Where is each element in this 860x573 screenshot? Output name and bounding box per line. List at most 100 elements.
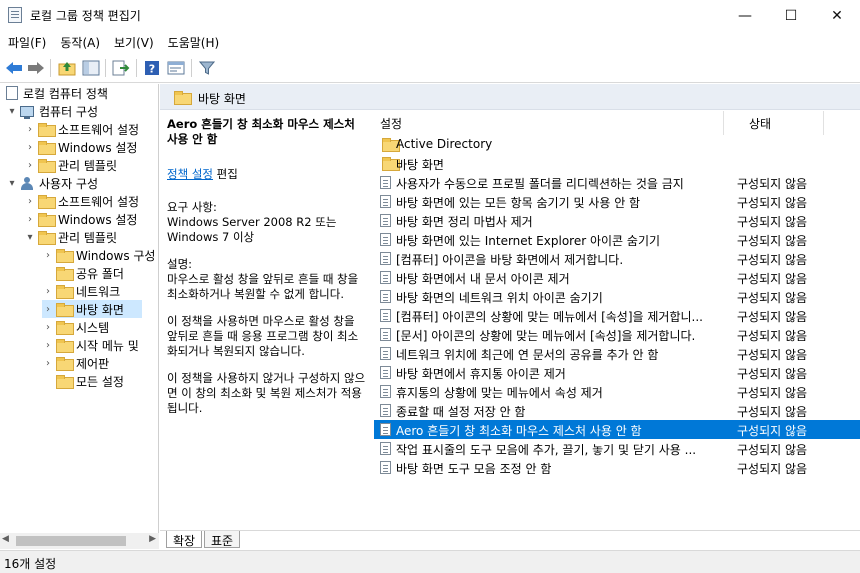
policy-editor-app-icon [8,7,22,23]
setting-name: 네트워크 위치에 최근에 연 문서의 공유를 추가 안 함 [396,348,659,362]
column-header-setting[interactable]: 설정 [380,115,402,132]
setting-state: 구성되지 않음 [737,386,808,400]
tab-extended[interactable]: 확장 [166,531,203,548]
list-item-setting[interactable]: 바탕 화면에서 휴지통 아이콘 제거 구성되지 않음 [374,363,860,382]
chevron-right-icon[interactable]: › [24,142,36,153]
list-item-setting[interactable]: 작업 표시줄의 도구 모음에 추가, 끌기, 놓기 및 닫기 사용 ... 구성되… [374,439,860,458]
list-item-setting[interactable]: [문서] 아이콘의 상황에 맞는 메뉴에서 [속성]을 제거합니다. 구성되지 않… [374,325,860,344]
filter-icon[interactable] [197,58,217,78]
settings-list[interactable]: 설정 상태 Active Directory 바탕 화면 사용자가 수동으로 프로필… [374,111,860,531]
column-header-state[interactable]: 상태 [749,115,771,132]
list-item-setting[interactable]: 바탕 화면에 있는 모든 항목 숨기기 및 사용 안 함 구성되지 않음 [374,192,860,211]
list-item-setting[interactable]: [컴퓨터] 아이콘의 상황에 맞는 메뉴에서 [속성]을 제거합니... 구성되지… [374,306,860,325]
tree-item-all-settings[interactable]: 모든 설정 [42,372,124,390]
chevron-right-icon[interactable]: › [42,322,54,333]
chevron-right-icon[interactable]: › [24,124,36,135]
show-hide-tree-icon[interactable] [81,58,101,78]
forward-arrow-icon[interactable] [26,58,46,78]
back-arrow-icon[interactable] [4,58,24,78]
tree-item-label: 제어판 [76,356,110,371]
tree-item-label: 로컬 컴퓨터 정책 [23,86,108,101]
scroll-right-icon[interactable]: ▶ [149,534,156,544]
list-item-folder[interactable]: 바탕 화면 [374,154,860,173]
tree-item-label: 공유 폴더 [76,266,124,281]
column-divider[interactable] [723,111,724,135]
tree-item-user-configuration[interactable]: ▾ 사용자 구성 [6,174,98,192]
policy-setting-icon [380,347,391,360]
policy-setting-icon [380,461,391,474]
close-button[interactable]: ✕ [814,0,860,31]
menu-file[interactable]: 파일(F) [0,31,52,53]
folder-icon [56,303,74,317]
tree-item-computer-software-settings[interactable]: › 소프트웨어 설정 [24,120,139,138]
list-column-header: 설정 상태 [374,111,860,135]
tree-item-network[interactable]: › 네트워크 [42,282,120,300]
chevron-right-icon[interactable]: › [42,340,54,351]
chevron-right-icon[interactable]: › [42,304,54,315]
setting-name: 사용자가 수동으로 프로필 폴더를 리디렉션하는 것을 금지 [396,177,684,191]
list-item-setting[interactable]: 바탕 화면 도구 모음 조정 안 함 구성되지 않음 [374,458,860,477]
properties-icon[interactable] [166,58,186,78]
chevron-right-icon[interactable]: › [24,214,36,225]
status-bar: 16개 설정 [0,550,860,573]
setting-state: 구성되지 않음 [737,310,808,324]
tree-item-user-software-settings[interactable]: › 소프트웨어 설정 [24,192,139,210]
tree-item-windows-components[interactable]: › Windows 구성 [42,246,155,264]
setting-state: 구성되지 않음 [737,443,808,457]
toolbar: ? [0,53,860,83]
list-item-setting[interactable]: 종료할 때 설정 저장 안 함 구성되지 않음 [374,401,860,420]
chevron-right-icon[interactable]: › [42,250,54,261]
chevron-down-icon[interactable]: ▾ [6,106,18,117]
list-item-setting[interactable]: 휴지통의 상황에 맞는 메뉴에서 속성 제거 구성되지 않음 [374,382,860,401]
minimize-button[interactable]: — [722,0,768,31]
tree-item-computer-configuration[interactable]: ▾ 컴퓨터 구성 [6,102,98,120]
chevron-right-icon[interactable]: › [42,286,54,297]
tree-item-computer-windows-settings[interactable]: › Windows 설정 [24,138,137,156]
menu-view[interactable]: 보기(V) [106,31,160,53]
list-item-setting[interactable]: 바탕 화면에서 내 문서 아이콘 제거 구성되지 않음 [374,268,860,287]
up-folder-icon[interactable] [57,58,77,78]
chevron-down-icon[interactable]: ▾ [6,178,18,189]
list-item-setting[interactable]: 바탕 화면 정리 마법사 제거 구성되지 않음 [374,211,860,230]
list-item-setting[interactable]: 네트워크 위치에 최근에 연 문서의 공유를 추가 안 함 구성되지 않음 [374,344,860,363]
tree-item-shared-folders[interactable]: 공유 폴더 [42,264,124,282]
scroll-left-icon[interactable]: ◀ [2,534,9,544]
tree-item-label: 소프트웨어 설정 [58,122,140,137]
scrollbar-thumb[interactable] [16,536,126,546]
policy-setting-icon [380,271,391,284]
tree-item-desktop[interactable]: › 바탕 화면 [42,300,142,318]
tab-standard[interactable]: 표준 [204,531,241,548]
tree-item-start-menu[interactable]: › 시작 메뉴 및 [42,336,139,354]
menu-help[interactable]: 도움말(H) [160,31,226,53]
tree-horizontal-scrollbar[interactable]: ◀ ▶ [0,533,159,549]
chevron-right-icon[interactable]: › [24,196,36,207]
navigation-tree[interactable]: 로컬 컴퓨터 정책 ▾ 컴퓨터 구성 › 소프트웨어 설정 › Windows … [0,84,159,548]
list-item-setting[interactable]: 사용자가 수동으로 프로필 폴더를 리디렉션하는 것을 금지 구성되지 않음 [374,173,860,192]
list-item-setting[interactable]: Aero 흔들기 창 최소화 마우스 제스처 사용 안 함 구성되지 않음 [374,420,860,439]
tree-item-user-admin-templates[interactable]: ▾ 관리 템플릿 [24,228,117,246]
tree-item-system[interactable]: › 시스템 [42,318,109,336]
chevron-right-icon[interactable]: › [24,160,36,171]
list-item-setting[interactable]: 바탕 화면의 네트워크 위치 아이콘 숨기기 구성되지 않음 [374,287,860,306]
column-divider[interactable] [823,111,824,135]
export-list-icon[interactable] [111,58,131,78]
help-icon[interactable]: ? [142,58,162,78]
requirements-text: 요구 사항: Windows Server 2008 R2 또는 Windows… [167,200,337,244]
maximize-button[interactable]: ☐ [768,0,814,31]
edit-policy-link[interactable]: 정책 설정 [167,167,213,181]
list-item-setting[interactable]: 바탕 화면에 있는 Internet Explorer 아이콘 숨기기 구성되지 … [374,230,860,249]
tree-item-control-panel[interactable]: › 제어판 [42,354,109,372]
setting-state: 구성되지 않음 [737,329,808,343]
list-item-setting[interactable]: [컴퓨터] 아이콘을 바탕 화면에서 제거합니다. 구성되지 않음 [374,249,860,268]
chevron-down-icon[interactable]: ▾ [24,232,36,243]
list-item-folder[interactable]: Active Directory [374,135,860,154]
tree-item-local-computer-policy[interactable]: 로컬 컴퓨터 정책 [4,84,108,102]
tree-item-user-windows-settings[interactable]: › Windows 설정 [24,210,137,228]
tree-item-computer-admin-templates[interactable]: › 관리 템플릿 [24,156,117,174]
chevron-right-icon[interactable]: › [42,358,54,369]
policy-setting-icon [380,366,391,379]
policy-setting-icon [380,442,391,455]
policy-setting-icon [380,385,391,398]
menu-bar: 파일(F) 동작(A) 보기(V) 도움말(H) [0,31,860,53]
menu-action[interactable]: 동작(A) [52,31,106,53]
